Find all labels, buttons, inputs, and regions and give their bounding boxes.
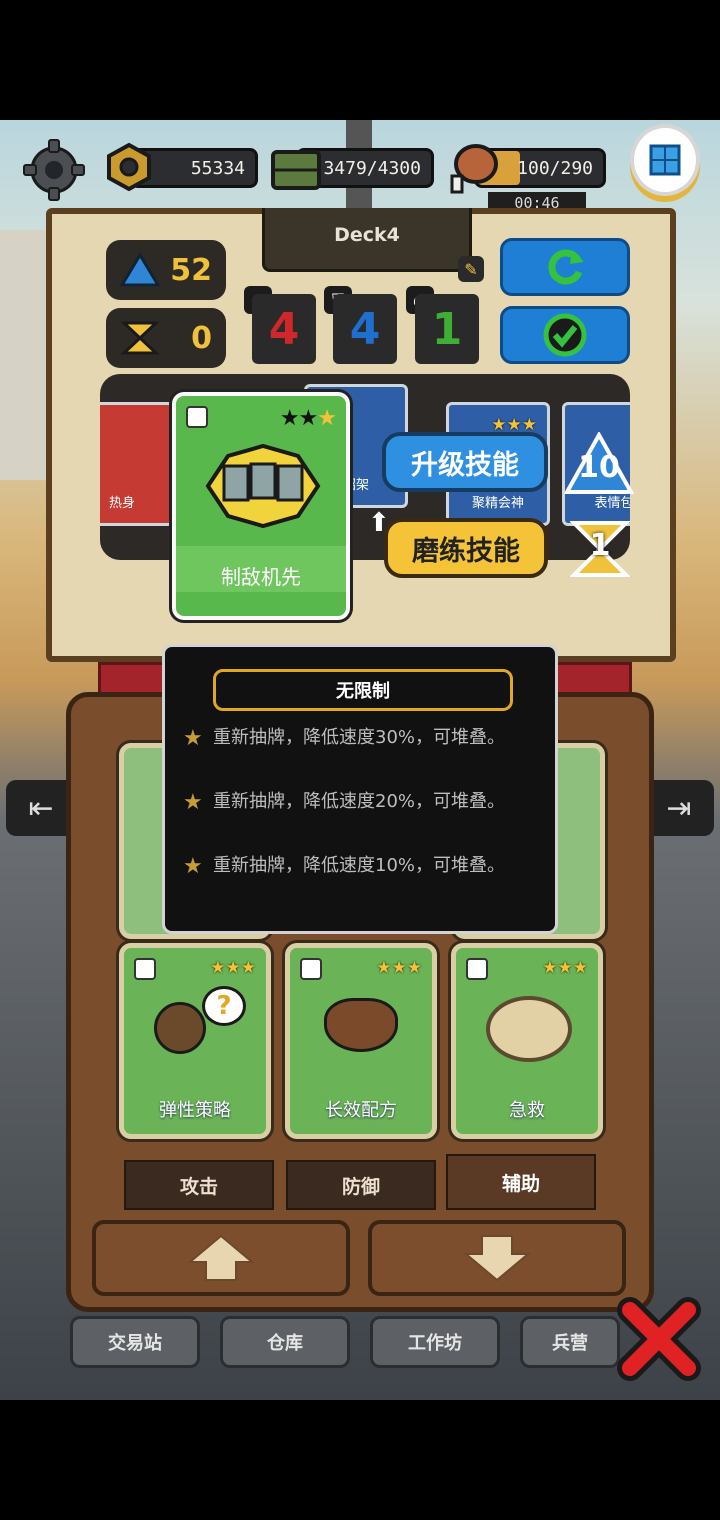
collection-card-flexible-strategy[interactable]: ★★★ ? 弹性策略	[119, 943, 271, 1139]
strip-card-label: 热身	[108, 496, 135, 511]
support-type-icon	[186, 406, 208, 428]
train-skill-label: 磨练技能	[412, 535, 520, 567]
refresh-icon	[548, 249, 584, 285]
card-stars: ★★★	[210, 958, 256, 978]
tab-defense-label: 防御	[341, 1175, 380, 1198]
defense-count: 4	[333, 294, 397, 364]
gear-icon	[23, 139, 85, 201]
attack-count-value: 4	[268, 303, 300, 355]
star-icon: ★	[183, 854, 203, 879]
move-up-button[interactable]	[92, 1220, 350, 1296]
double-arrow-left-icon: ⇤	[28, 790, 54, 826]
star-icon: ★	[183, 790, 203, 815]
cube-icon	[649, 144, 681, 176]
collection-card-long-formula[interactable]: ★★★ 长效配方	[285, 943, 437, 1139]
deck-power-stat: 52	[106, 240, 226, 300]
deck-power-value: 52	[170, 252, 212, 288]
nav-barracks[interactable]: 兵营	[520, 1316, 620, 1368]
nav-workshop[interactable]: 工作坊	[370, 1316, 500, 1368]
tab-support-label: 辅助	[501, 1172, 540, 1195]
train-cost: 1	[569, 520, 631, 578]
card-stars: ★★★	[542, 958, 588, 978]
train-cost-value: 1	[589, 528, 611, 563]
strip-card-label: 聚精会神	[471, 496, 524, 511]
effect-text: 重新抽牌，降低速度30%，可堆叠。	[213, 727, 506, 748]
support-type-icon	[466, 958, 488, 980]
edit-deck-name-button[interactable]: ✎	[458, 256, 484, 282]
game-scene: 55334 3479/4300 100/290 00:46 Deck4 ✎ 52…	[0, 120, 720, 1400]
train-skill-button[interactable]: 磨练技能	[384, 518, 548, 578]
defense-count-value: 4	[349, 303, 381, 355]
nav-warehouse[interactable]: 仓库	[220, 1316, 350, 1368]
attack-count: 4	[252, 294, 316, 364]
upgrade-skill-label: 升级技能	[411, 449, 519, 481]
question-bubble-icon: ?	[202, 986, 246, 1026]
upgrade-cost-value: 10	[578, 450, 620, 485]
card-stars: ★★★	[279, 406, 337, 431]
tooltip-title: 无限制	[213, 669, 513, 711]
arrow-up-icon	[187, 1234, 255, 1281]
support-count: 1	[415, 294, 479, 364]
card-stars: ★★★	[376, 958, 422, 978]
move-down-button[interactable]	[368, 1220, 626, 1296]
bandage-icon	[486, 996, 572, 1062]
star-icon: ★	[183, 726, 203, 751]
strip-card-warmup[interactable]: 热身	[100, 402, 174, 526]
support-count-value: 1	[431, 303, 463, 355]
card-label: 急救	[509, 1100, 545, 1121]
tab-defense[interactable]: 防御	[286, 1160, 436, 1210]
deck-cost-stat: 0	[106, 308, 226, 368]
next-deck-button[interactable]: ⇥	[644, 780, 714, 836]
skill-tooltip: 无限制 ★ 重新抽牌，降低速度30%，可堆叠。 ★ 重新抽牌，降低速度20%，可堆叠…	[162, 644, 558, 934]
deck-name: Deck4	[262, 208, 472, 272]
check-icon	[543, 313, 587, 357]
card-label: 弹性策略	[159, 1100, 231, 1121]
upgrade-skill-button[interactable]: 升级技能	[382, 432, 548, 492]
food-value: 100/290	[517, 157, 593, 179]
close-icon	[617, 1297, 701, 1381]
effect-text: 重新抽牌，降低速度20%，可堆叠。	[213, 791, 506, 812]
deck-name-text: Deck4	[334, 223, 400, 246]
nav-label: 兵营	[552, 1333, 588, 1354]
tab-attack[interactable]: 攻击	[124, 1160, 274, 1210]
supplies-value: 3479/4300	[323, 157, 421, 179]
settings-button[interactable]	[22, 138, 86, 202]
tab-support[interactable]: 辅助	[446, 1154, 596, 1210]
card-art-icon	[205, 443, 321, 529]
supply-crate-icon	[270, 144, 324, 194]
close-button[interactable]	[612, 1292, 706, 1386]
double-arrow-right-icon: ⇥	[666, 790, 692, 826]
support-type-icon	[134, 958, 156, 980]
coin-icon	[104, 142, 154, 192]
coins-value: 55334	[190, 157, 245, 179]
selected-card-label: 制敌机先	[221, 565, 301, 589]
effect-text: 重新抽牌，降低速度10%，可堆叠。	[213, 855, 506, 876]
tooltip-effect-3: ★ 重新抽牌，降低速度10%，可堆叠。	[183, 853, 523, 880]
upgrade-cost: 10	[563, 430, 635, 496]
nav-trading-post[interactable]: 交易站	[70, 1316, 200, 1368]
triangle-power-icon	[120, 253, 160, 287]
nav-label: 仓库	[267, 1333, 303, 1354]
nav-label: 工作坊	[408, 1333, 462, 1354]
deck-cost-value: 0	[191, 320, 212, 356]
support-type-icon	[300, 958, 322, 980]
meat-icon	[444, 136, 500, 196]
refresh-deck-button[interactable]	[500, 238, 630, 296]
tooltip-title-text: 无限制	[336, 681, 390, 702]
collection-card-first-aid[interactable]: ★★★ 急救	[451, 943, 603, 1139]
nav-label: 交易站	[108, 1333, 162, 1354]
tab-attack-label: 攻击	[179, 1175, 218, 1198]
selected-skill-card[interactable]: ★★★ 制敌机先	[172, 392, 350, 620]
card-art-icon	[324, 998, 398, 1052]
game-screen: 55334 3479/4300 100/290 00:46 Deck4 ✎ 52…	[0, 0, 720, 1520]
pencil-icon: ✎	[464, 259, 478, 279]
shop-cube-button[interactable]	[630, 124, 700, 196]
arrow-down-icon	[463, 1235, 531, 1282]
hourglass-icon	[120, 321, 160, 355]
card-label: 长效配方	[325, 1100, 397, 1121]
confirm-deck-button[interactable]	[500, 306, 630, 364]
tooltip-effect-2: ★ 重新抽牌，降低速度20%，可堆叠。	[183, 789, 523, 816]
tooltip-effect-1: ★ 重新抽牌，降低速度30%，可堆叠。	[183, 725, 523, 752]
card-art-icon	[154, 1002, 206, 1054]
